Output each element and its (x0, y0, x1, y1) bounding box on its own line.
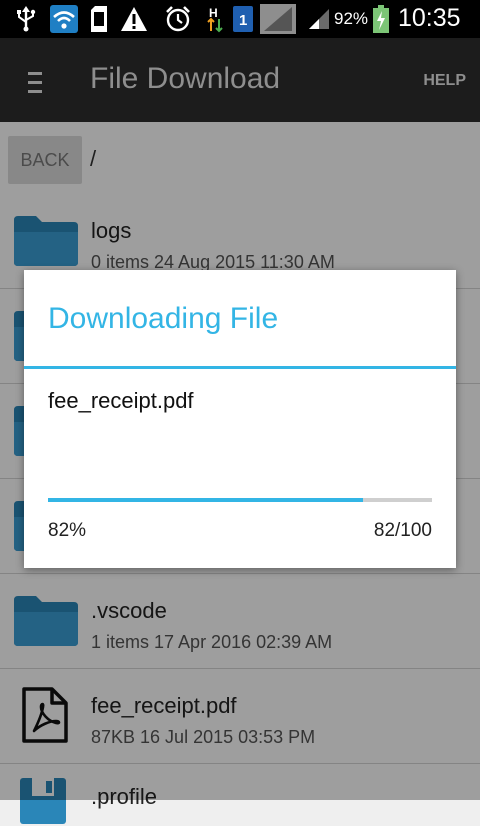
usb-icon (12, 5, 40, 33)
download-progress-fill (48, 498, 363, 502)
progress-percent: 82% (48, 520, 87, 541)
download-progress-bar (48, 498, 432, 502)
signal-icon (306, 5, 332, 33)
download-filename: fee_receipt.pdf (48, 388, 194, 413)
battery-charging-icon (372, 5, 390, 33)
help-button[interactable]: HELP (423, 72, 466, 90)
warning-icon (120, 5, 148, 33)
download-dialog: Downloading File fee_receipt.pdf 82% 82/… (24, 270, 456, 568)
dialog-title: Downloading File (48, 302, 279, 335)
wifi-icon (50, 5, 78, 33)
status-bar: H 1 92% 10:35 (0, 0, 480, 38)
sim1-icon: 1 (232, 5, 254, 33)
svg-text:H: H (209, 6, 218, 20)
action-bar: File Download HELP (0, 38, 480, 122)
alarm-icon (164, 5, 192, 33)
signal-icon (260, 4, 296, 34)
battery-percent: 92% (334, 9, 369, 28)
svg-text:1: 1 (239, 12, 247, 29)
hspa-data-icon: H (204, 5, 226, 33)
hamburger-menu-icon[interactable] (28, 72, 46, 94)
sd-card-icon (88, 5, 110, 33)
progress-count: 82/100 (373, 520, 432, 541)
dialog-divider (24, 366, 456, 369)
status-clock: 10:35 (398, 4, 461, 32)
page-title: File Download (90, 62, 281, 95)
